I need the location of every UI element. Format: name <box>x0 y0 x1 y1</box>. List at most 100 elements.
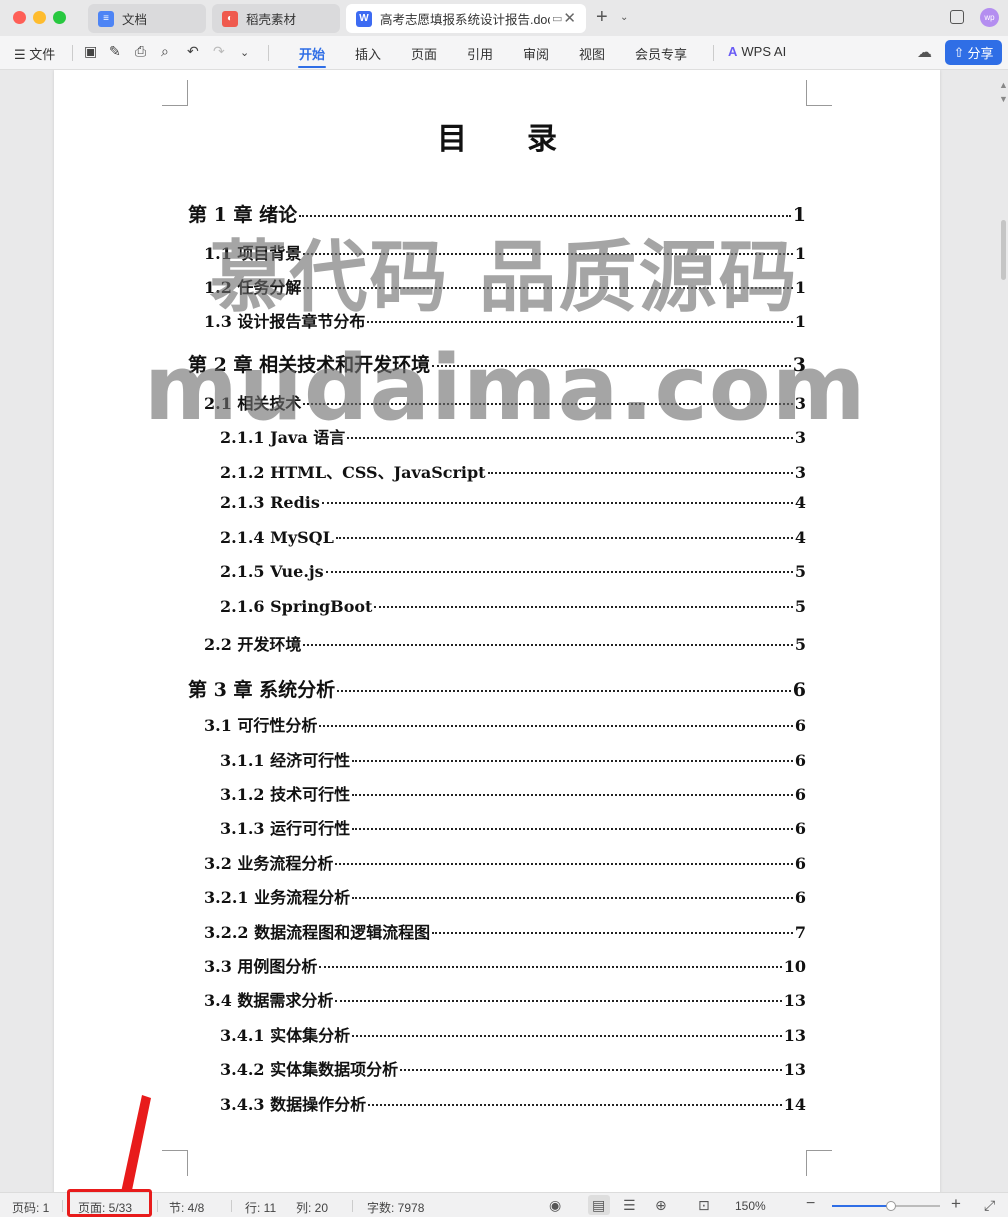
toc-entry[interactable]: 3.4.2 实体集数据项分析 13 <box>220 1056 806 1080</box>
toc-entry-label: 3.1.2 技术可行性 <box>220 785 351 804</box>
file-menu[interactable]: ☰ 文件 <box>14 44 55 63</box>
cloud-upload-icon[interactable]: ☁ <box>917 43 932 61</box>
chevron-down-icon[interactable]: ⌄ <box>620 12 628 23</box>
web-view-icon[interactable]: ⊕ <box>655 1197 667 1214</box>
tab-view[interactable]: 视图 <box>579 44 605 63</box>
toc-entry[interactable]: 第 3 章 系统分析 6 <box>188 675 806 702</box>
share-icon: ⇧ <box>953 44 965 60</box>
status-bar: 页码: 1 页面: 5/33 节: 4/8 行: 11 列: 20 字数: 79… <box>0 1189 1008 1217</box>
close-tab-icon[interactable]: ✕ <box>563 9 576 27</box>
avatar[interactable]: wp <box>980 8 999 27</box>
tab-insert[interactable]: 插入 <box>355 44 381 63</box>
scroll-thumb[interactable] <box>1001 220 1006 280</box>
divider <box>72 45 73 61</box>
toolbar: ☰ 文件 ▣ ✎ ⎙ ⌕ ↶ ↷ ⌄ 开始 插入 页面 引用 审阅 视图 会员专… <box>0 36 1008 70</box>
page-corner-mark <box>162 80 188 106</box>
toc-entry[interactable]: 第 1 章 绪论 1 <box>188 200 806 227</box>
toc-entry[interactable]: 2.1.5 Vue.js 5 <box>220 562 806 581</box>
outline-view-icon[interactable]: ☰ <box>623 1197 636 1214</box>
tab-review[interactable]: 审阅 <box>523 44 549 63</box>
minimize-window-button[interactable] <box>33 11 46 24</box>
row-indicator[interactable]: 行: 11 <box>245 1199 276 1216</box>
document-page[interactable]: 目录 第 1 章 绪论 1 1.1 项目背景 1 1.2 任务分解 1 1.3 设计报告章节… <box>54 70 940 1192</box>
toc-entry[interactable]: 3.2.2 数据流程图和逻辑流程图 7 <box>204 919 806 943</box>
toc-dot-leader <box>352 828 793 830</box>
tab-member[interactable]: 会员专享 <box>635 44 687 63</box>
toc-entry[interactable]: 3.3 用例图分析 10 <box>204 953 806 977</box>
toc-entry[interactable]: 2.1.4 MySQL 4 <box>220 528 806 547</box>
new-tab-icon[interactable]: + <box>596 6 608 29</box>
toc-entry-page: 10 <box>783 957 806 976</box>
toc-entry-page: 14 <box>783 1095 806 1114</box>
wps-ai-button[interactable]: A WPS AI <box>728 44 786 59</box>
page-view-icon[interactable]: ▤ <box>592 1197 605 1214</box>
share-button[interactable]: ⇧ 分享 <box>945 40 1002 65</box>
vertical-scrollbar[interactable] <box>998 70 1008 1192</box>
toc-entry-page: 13 <box>783 1026 806 1045</box>
tab-docs[interactable]: ≡ 文档 <box>88 4 206 33</box>
toc-entry[interactable]: 1.2 任务分解 1 <box>204 274 806 298</box>
fullscreen-icon[interactable]: ⤢ <box>984 1197 995 1214</box>
zoom-out-icon[interactable]: − <box>806 1195 815 1213</box>
zoom-slider-fill <box>832 1205 891 1207</box>
fit-page-icon[interactable]: ⊡ <box>698 1197 710 1214</box>
zoom-in-icon[interactable]: + <box>951 1194 961 1214</box>
toc-entry[interactable]: 3.4.3 数据操作分析 14 <box>220 1091 806 1115</box>
toc-entry-label: 3.1 可行性分析 <box>204 716 318 735</box>
document-area[interactable]: 目录 第 1 章 绪论 1 1.1 项目背景 1 1.2 任务分解 1 1.3 设计报告章节… <box>0 70 1008 1192</box>
word-count[interactable]: 字数: 7978 <box>367 1199 424 1216</box>
toc-entry[interactable]: 3.2 业务流程分析 6 <box>204 850 806 874</box>
save-icon[interactable]: ▣ <box>84 43 97 60</box>
undo-icon[interactable]: ↶ <box>187 43 199 60</box>
maximize-window-button[interactable] <box>53 11 66 24</box>
close-window-button[interactable] <box>13 11 26 24</box>
toc-entry-page: 6 <box>794 819 806 838</box>
toc-entry[interactable]: 3.2.1 业务流程分析 6 <box>204 884 806 908</box>
toc-entry[interactable]: 2.1.2 HTML、CSS、JavaScript 3 <box>220 459 806 483</box>
eye-protection-icon[interactable]: ◉ <box>549 1197 561 1214</box>
toc-entry[interactable]: 2.1.1 Java 语言 3 <box>220 424 806 448</box>
print-preview-icon[interactable]: ⌕ <box>161 43 169 60</box>
tab-references[interactable]: 引用 <box>467 44 493 63</box>
toc-dot-leader <box>319 725 793 727</box>
zoom-level[interactable]: 150% <box>735 1199 766 1213</box>
section-indicator[interactable]: 节: 4/8 <box>169 1199 204 1216</box>
toc-entry[interactable]: 3.4.1 实体集分析 13 <box>220 1022 806 1046</box>
toc-entry[interactable]: 第 2 章 相关技术和开发环境 3 <box>188 350 806 377</box>
print-icon[interactable]: ⎙ <box>135 43 146 60</box>
scroll-down-icon[interactable]: ▼ <box>999 94 1008 104</box>
tab-page[interactable]: 页面 <box>411 44 437 63</box>
toc-entry[interactable]: 3.1 可行性分析 6 <box>204 712 806 736</box>
toc-entry[interactable]: 3.1.2 技术可行性 6 <box>220 781 806 805</box>
toc-entry-label: 1.2 任务分解 <box>204 278 302 297</box>
toc-entry[interactable]: 3.1.3 运行可行性 6 <box>220 815 806 839</box>
column-indicator[interactable]: 列: 20 <box>296 1199 328 1216</box>
tab-daoke[interactable]: ◐ 稻壳素材 <box>212 4 340 33</box>
format-painter-icon[interactable]: ✎ <box>109 43 121 60</box>
toc-entry-page: 3 <box>792 354 806 376</box>
redo-icon[interactable]: ↷ <box>213 43 225 60</box>
toc-entry[interactable]: 2.1 相关技术 3 <box>204 390 806 414</box>
toc-entry[interactable]: 3.4 数据需求分析 13 <box>204 987 806 1011</box>
page-number[interactable]: 页码: 1 <box>12 1199 49 1216</box>
tab-document-active[interactable]: W 高考志愿填报系统设计报告.docx ▭ ✕ <box>346 4 586 33</box>
toc-dot-leader <box>368 1104 782 1106</box>
toc-entry-page: 6 <box>794 888 806 907</box>
toc-entry-label: 3.4.1 实体集分析 <box>220 1026 351 1045</box>
toc-dot-leader <box>321 502 793 504</box>
zoom-slider-handle[interactable] <box>886 1201 896 1211</box>
toc-entry-page: 3 <box>794 428 806 447</box>
tab-home[interactable]: 开始 <box>299 44 325 63</box>
toc-entry-page: 13 <box>783 1060 806 1079</box>
toc-entry[interactable]: 3.1.1 经济可行性 6 <box>220 747 806 771</box>
toc-entry[interactable]: 1.1 项目背景 1 <box>204 240 806 264</box>
toc-entry-page: 7 <box>794 923 806 942</box>
toc-entry[interactable]: 2.1.3 Redis 4 <box>220 493 806 512</box>
window-switch-icon[interactable] <box>950 10 964 24</box>
chevron-down-icon[interactable]: ⌄ <box>240 46 249 59</box>
toc-entry[interactable]: 2.1.6 SpringBoot 5 <box>220 597 806 616</box>
toc-entry[interactable]: 1.3 设计报告章节分布 1 <box>204 308 806 332</box>
toc-entry[interactable]: 2.2 开发环境 5 <box>204 631 806 655</box>
toc-entry-page: 1 <box>794 278 806 297</box>
scroll-up-icon[interactable]: ▲ <box>999 80 1008 90</box>
